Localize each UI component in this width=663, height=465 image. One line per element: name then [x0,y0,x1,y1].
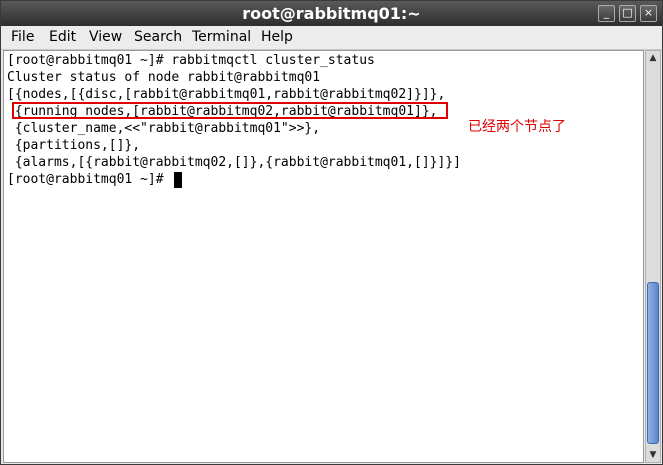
vertical-scrollbar[interactable]: ▲ ▼ [645,50,661,463]
title-bar[interactable]: root@rabbitmq01:~ _ □ × [1,1,662,26]
annotation-note: 已经两个节点了 [468,119,566,135]
running-nodes-highlight-box [12,102,448,119]
terminal-output[interactable]: [root@rabbitmq01 ~]# rabbitmqctl cluster… [3,50,644,463]
terminal-prompt-line: [root@rabbitmq01 ~]# [7,172,172,187]
terminal-window: root@rabbitmq01:~ _ □ × File Edit View S… [0,0,663,465]
text-cursor [174,172,182,188]
window-title: root@rabbitmq01:~ [242,4,421,23]
terminal-line: {alarms,[{rabbit@rabbitmq02,[]},{rabbit@… [7,155,461,170]
terminal-line: [root@rabbitmq01 ~]# rabbitmqctl cluster… [7,53,375,68]
maximize-button[interactable]: □ [619,5,636,22]
menu-search[interactable]: Search [134,29,182,45]
menu-view[interactable]: View [89,29,122,45]
scroll-up-icon[interactable]: ▲ [646,51,660,65]
menu-file[interactable]: File [11,29,34,45]
menu-help[interactable]: Help [261,29,293,45]
menu-edit[interactable]: Edit [49,29,76,45]
minimize-button[interactable]: _ [598,5,615,22]
terminal-line: [{nodes,[{disc,[rabbit@rabbitmq01,rabbit… [7,87,446,102]
close-button[interactable]: × [640,5,657,22]
terminal-line: {partitions,[]}, [7,138,141,153]
scrollbar-thumb[interactable] [647,282,659,444]
scroll-down-icon[interactable]: ▼ [646,448,660,462]
menu-terminal[interactable]: Terminal [192,29,251,45]
menu-bar: File Edit View Search Terminal Help [1,26,662,50]
terminal-line: {cluster_name,<<"rabbit@rabbitmq01">>}, [7,121,321,136]
terminal-line: Cluster status of node rabbit@rabbitmq01 [7,70,321,85]
